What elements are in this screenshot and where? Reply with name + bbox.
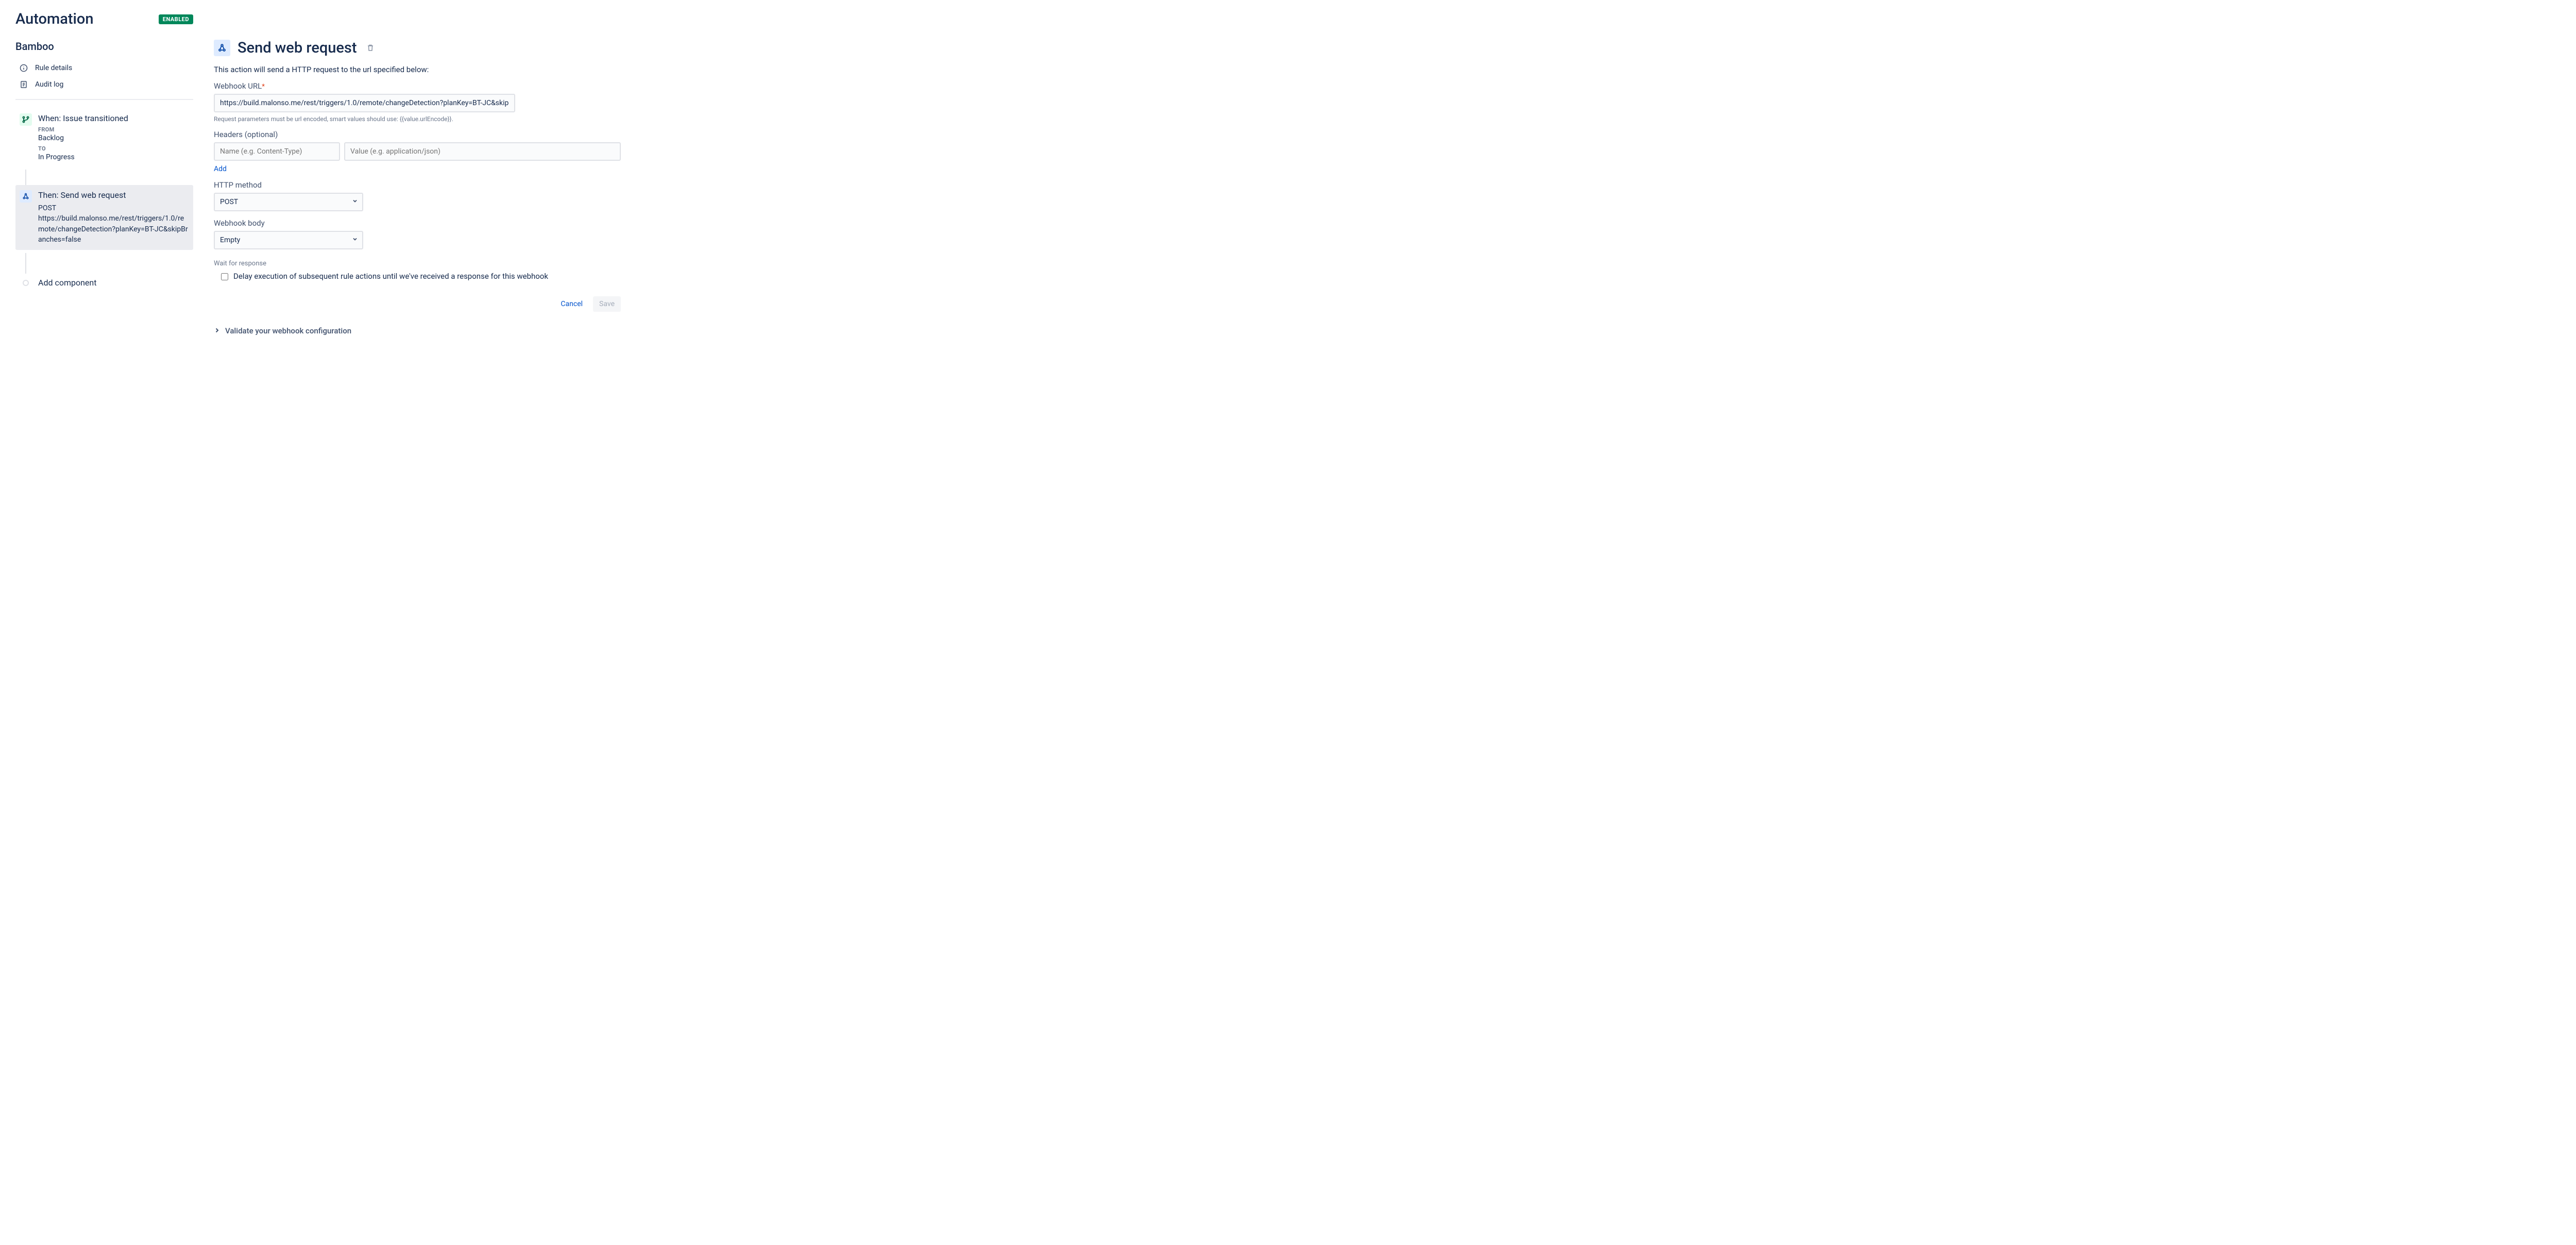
connector-line (25, 253, 193, 274)
add-component-label: Add component (38, 278, 96, 288)
action-title: Then: Send web request (38, 190, 189, 200)
webhook-body-label: Webhook body (214, 218, 621, 228)
header-name-input[interactable] (214, 142, 340, 161)
validate-label: Validate your webhook configuration (225, 326, 351, 335)
nav-rule-details[interactable]: Rule details (15, 60, 193, 76)
add-header-link[interactable]: Add (214, 165, 227, 173)
info-icon (20, 64, 28, 72)
wait-for-response-label: Wait for response (214, 260, 621, 267)
action-method: POST (38, 203, 189, 213)
nav-rule-details-label: Rule details (35, 64, 72, 72)
status-badge-enabled: ENABLED (159, 14, 193, 24)
webhook-icon (214, 40, 230, 56)
trigger-to-value: In Progress (38, 153, 189, 161)
webhook-url-input[interactable] (214, 94, 515, 112)
add-component-button[interactable]: Add component (15, 274, 193, 292)
webhook-body-select[interactable] (214, 231, 363, 249)
document-icon (20, 80, 28, 89)
webhook-url-helper: Request parameters must be url encoded, … (214, 115, 621, 123)
wait-for-response-checkbox-label: Delay execution of subsequent rule actio… (233, 272, 548, 281)
validate-toggle[interactable]: Validate your webhook configuration (214, 326, 621, 335)
wait-for-response-checkbox[interactable] (221, 273, 228, 280)
header-value-input[interactable] (344, 142, 621, 161)
chevron-right-icon (214, 326, 220, 335)
divider (15, 99, 193, 100)
headers-label: Headers (optional) (214, 130, 621, 139)
trash-icon[interactable] (366, 44, 375, 52)
nav-audit-log[interactable]: Audit log (15, 76, 193, 93)
http-method-select[interactable] (214, 193, 363, 211)
trigger-from-label: FROM (38, 126, 189, 133)
add-circle-icon (23, 280, 29, 286)
flow-trigger-card[interactable]: When: Issue transitioned FROM Backlog TO… (15, 108, 193, 166)
connector-line (25, 170, 193, 185)
cancel-button[interactable]: Cancel (554, 296, 589, 312)
rule-name: Bamboo (15, 40, 193, 53)
webhook-url-label: Webhook URL* (214, 81, 621, 91)
trigger-title: When: Issue transitioned (38, 113, 189, 123)
trigger-branch-icon (20, 113, 32, 126)
action-url: https://build.malonso.me/rest/triggers/1… (38, 213, 189, 245)
http-method-label: HTTP method (214, 180, 621, 190)
trigger-to-label: TO (38, 145, 189, 152)
webhook-icon (20, 190, 32, 203)
detail-description: This action will send a HTTP request to … (214, 65, 621, 74)
nav-audit-log-label: Audit log (35, 80, 63, 89)
flow-action-card[interactable]: Then: Send web request POST https://buil… (15, 185, 193, 250)
save-button[interactable]: Save (593, 296, 621, 312)
trigger-from-value: Backlog (38, 134, 189, 142)
page-title: Automation (15, 10, 94, 28)
detail-title: Send web request (238, 39, 357, 57)
